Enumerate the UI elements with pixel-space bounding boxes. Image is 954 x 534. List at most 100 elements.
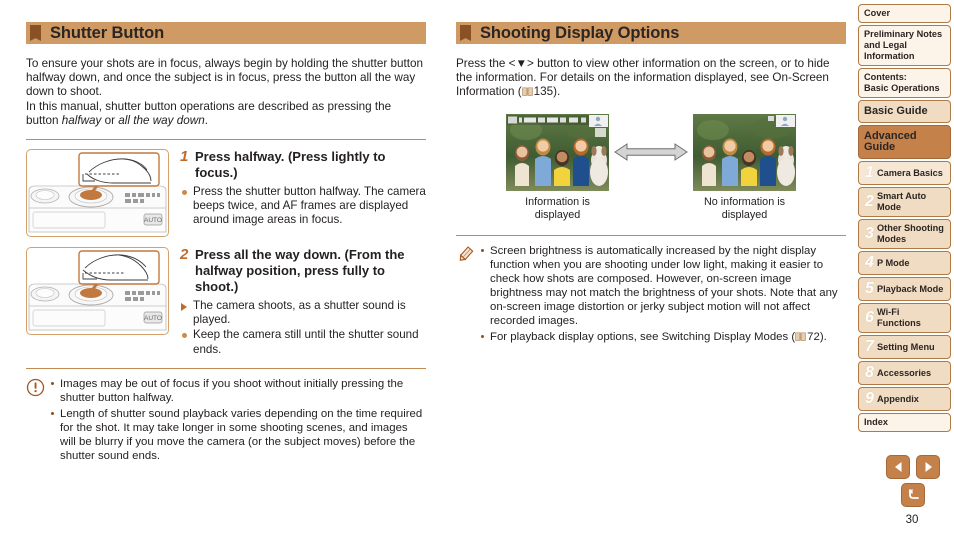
intro-emph-halfway: halfway [61,113,102,127]
step-1-bullets: Press the shutter button halfway. The ca… [180,185,426,228]
caution-box: Images may be out of focus if you shoot … [26,377,426,465]
step-2-illustration: AUTO [26,247,169,336]
step-2-title: Press all the way down. (From the halfwa… [195,247,405,295]
step-1-illustration: AUTO [26,149,169,238]
screen-caption-info: Information is displayed [525,195,590,221]
sidebar-item-camera-basics[interactable]: 1 Camera Basics [858,161,951,185]
sidebar-item-contents[interactable]: Contents: Basic Operations [858,68,951,98]
intro-emph-allway: all the way down [118,113,205,127]
sidebar-label-setting-menu: Setting Menu [877,341,935,352]
screen-photo-svg-2 [693,113,796,191]
step-1-number: 1 [180,148,189,166]
sidebar-number-2: 2 [865,193,874,210]
camera-halfway-press-illustration: AUTO [26,149,169,238]
step-2-heading: 2 Press all the way down. (From the half… [180,247,426,295]
note-box: Screen brightness is automatically incre… [456,244,846,346]
intro-paragraph-1: To ensure your shots are in focus, alway… [26,57,423,99]
pencil-icon [456,244,480,269]
caution-item-2: Length of shutter sound playback varies … [50,407,426,463]
sidebar-item-preliminary-notes[interactable]: Preliminary Notes and Legal Information [858,25,951,66]
sidebar-number-3: 3 [865,225,874,242]
sidebar-label-cover: Cover [864,8,891,18]
page-navigation: 30 [878,455,948,526]
intro-text-tail: ). [553,85,561,99]
sidebar-item-cover[interactable]: Cover [858,4,951,23]
sidebar-number-1: 1 [865,164,874,181]
step-1-heading: 1 Press halfway. (Press lightly to focus… [180,149,426,181]
sidebar-item-other-shooting-modes[interactable]: 3 Other Shooting Modes [858,219,951,249]
sidebar-label-advanced-guide: Advanced Guide [864,130,917,153]
sidebar-number-5: 5 [865,280,874,297]
sidebar-item-p-mode[interactable]: 4 P Mode [858,251,951,275]
sidebar-item-setting-menu[interactable]: 7 Setting Menu [858,335,951,359]
sidebar-number-7: 7 [865,338,874,355]
divider-top [26,139,426,141]
previous-page-button[interactable] [886,455,910,479]
book-icon [521,86,533,97]
sidebar-number-6: 6 [865,309,874,326]
step-1-body: 1 Press halfway. (Press lightly to focus… [180,149,426,229]
sidebar-number-9: 9 [865,390,874,407]
section-header-shutter-button: Shutter Button [26,22,426,44]
section-title: Shooting Display Options [480,23,680,42]
sidebar-item-index[interactable]: Index [858,413,951,432]
bookmark-flag-icon [30,25,41,41]
svg-text:AUTO: AUTO [144,315,162,322]
sidebar-item-basic-guide[interactable]: Basic Guide [858,100,951,123]
screen-photo-svg [506,113,609,191]
sidebar-label-accessories: Accessories [877,367,932,378]
intro-text-c: . [204,113,208,127]
chapter-sidebar: Cover Preliminary Notes and Legal Inform… [858,4,951,434]
sidebar-label-playback-mode: Playback Mode [877,283,944,294]
page-reference-number: 135 [533,85,554,99]
next-page-button[interactable] [916,455,940,479]
sidebar-label-p-mode: P Mode [877,257,910,268]
intro-paragraph-2: In this manual, shutter button operation… [26,100,426,128]
camera-top-view-full-svg: AUTO [28,250,167,331]
shooting-display-intro: Press the <▼> button to view other infor… [456,57,846,100]
screen-without-info: No information is displayed [693,113,796,222]
sidebar-item-appendix[interactable]: 9 Appendix [858,387,951,411]
step-2-number: 2 [180,246,189,264]
note-item-2-text-a: For playback display options, see Switch… [490,330,796,343]
screen-with-info: Information is displayed [506,113,609,222]
bookmark-flag-icon-2 [460,25,471,41]
caution-item-1: Images may be out of focus if you shoot … [50,377,426,405]
sidebar-label-camera-basics: Camera Basics [877,167,943,178]
camera-full-press-illustration: AUTO [26,247,169,336]
step-2-bullets: The camera shoots, as a shutter sound is… [180,299,426,357]
right-triangle-icon [925,462,932,472]
step-1: AUTO 1 Press halfway. (Press lightly to … [26,149,426,238]
sidebar-number-8: 8 [865,364,874,381]
step-1-bullet-1: Press the shutter button halfway. The ca… [180,185,426,228]
caution-body: Images may be out of focus if you shoot … [50,377,426,465]
note-item-2: For playback display options, see Switch… [480,330,846,344]
display-comparison: Information is displayed No information … [456,113,846,222]
camera-top-view-svg: AUTO [28,152,167,233]
sidebar-item-advanced-guide[interactable]: Advanced Guide [858,125,951,159]
svg-text:AUTO: AUTO [144,217,162,224]
page-reference-number-2: 72 [807,330,820,343]
sidebar-item-accessories[interactable]: 8 Accessories [858,361,951,385]
step-2: AUTO 2 Press all the way down. (From the… [26,247,426,358]
page-title: Shutter Button [50,23,165,42]
sidebar-item-wifi-functions[interactable]: 6 Wi-Fi Functions [858,303,951,333]
divider-bottom [26,367,426,369]
page-reference-72: 72 [795,330,820,344]
manual-page: Shutter Button To ensure your shots are … [0,0,954,534]
sidebar-label-smart-auto-mode: Smart Auto Mode [877,191,927,212]
note-body: Screen brightness is automatically incre… [480,244,846,346]
step-1-title: Press halfway. (Press lightly to focus.) [195,149,386,181]
back-button[interactable] [901,483,925,507]
sidebar-label-index: Index [864,417,888,427]
sidebar-label-other-shooting-modes: Other Shooting Modes [877,223,944,244]
sidebar-label-contents: Contents: Basic Operations [864,72,940,93]
double-arrow-icon [609,114,693,191]
sidebar-item-smart-auto-mode[interactable]: 2 Smart Auto Mode [858,187,951,217]
sidebar-number-4: 4 [865,254,874,271]
sidebar-label-preliminary-notes: Preliminary Notes and Legal Information [864,29,943,61]
sidebar-item-playback-mode[interactable]: 5 Playback Mode [858,277,951,301]
page-reference-135: 135 [521,85,554,99]
section-header-shooting-display-options: Shooting Display Options [456,22,846,44]
book-icon-2 [795,331,806,341]
